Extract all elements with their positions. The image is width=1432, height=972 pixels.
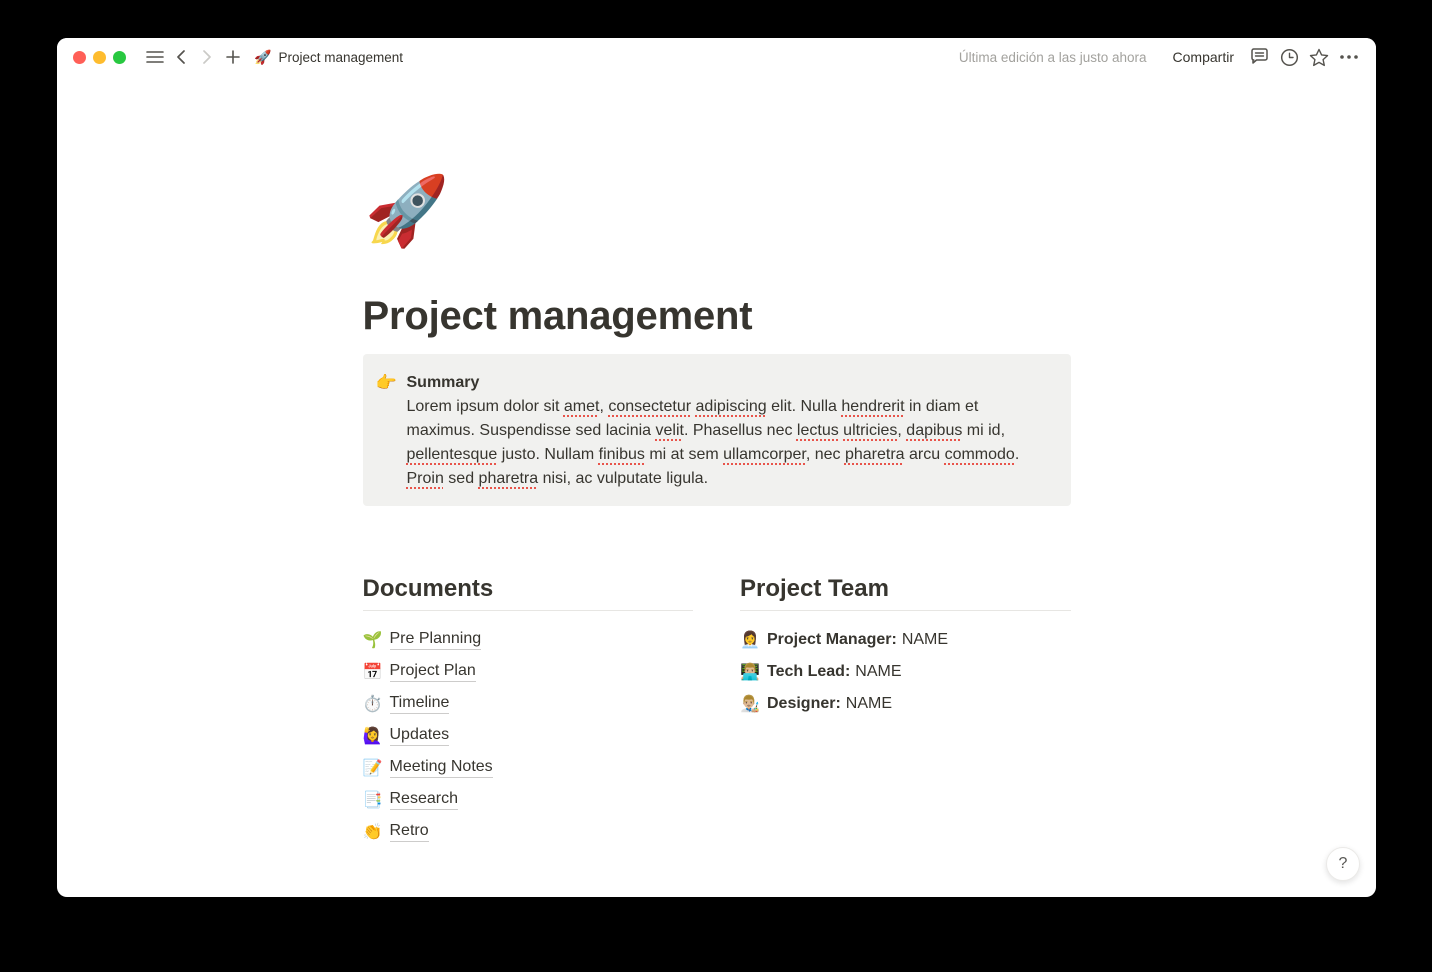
documents-list: 🌱 Pre Planning 📅 Project Plan ⏱️ Timelin… <box>363 624 694 848</box>
summary-text-segment: , <box>897 422 906 439</box>
team-member-role: Designer: <box>767 695 841 713</box>
misspelled-word: dapibus <box>906 422 962 439</box>
last-edited-status: Última edición a las justo ahora <box>959 50 1147 65</box>
misspelled-word: ultricies <box>843 422 897 439</box>
document-link[interactable]: 🌱 Pre Planning <box>363 624 694 656</box>
team-member-row: 👨🏼‍💻 Tech Lead: NAME <box>740 656 1071 688</box>
man-technologist-icon: 👨🏼‍💻 <box>740 662 762 682</box>
document-link[interactable]: ⏱️ Timeline <box>363 688 694 720</box>
document-link-label: Updates <box>390 726 450 746</box>
project-team-heading: Project Team <box>740 574 1071 611</box>
document-link[interactable]: 📅 Project Plan <box>363 656 694 688</box>
misspelled-word: commodo <box>945 446 1015 463</box>
back-button[interactable] <box>168 44 194 70</box>
misspelled-word: ullamcorper <box>723 446 806 463</box>
team-member-name: NAME <box>855 663 901 681</box>
team-member-role: Tech Lead: <box>767 663 850 681</box>
comments-icon[interactable] <box>1246 44 1272 70</box>
rocket-icon: 🚀 <box>254 49 271 66</box>
document-link-label: Meeting Notes <box>390 758 493 778</box>
misspelled-word: pharetra <box>479 470 539 487</box>
summary-text-segment: . Phasellus nec <box>684 422 797 439</box>
summary-text-segment: , nec <box>806 446 845 463</box>
tab-title: Project management <box>278 50 403 65</box>
project-team-column: Project Team 👩‍💼 Project Manager: NAME 👨… <box>740 574 1071 848</box>
more-options-icon[interactable] <box>1336 44 1362 70</box>
page-canvas: 🚀 Project management 👉 Summary Lorem ips… <box>57 76 1376 897</box>
misspelled-word: amet <box>564 398 600 415</box>
team-member-name: NAME <box>846 695 892 713</box>
misspelled-word: pharetra <box>845 446 905 463</box>
document-link[interactable]: 📑 Research <box>363 784 694 816</box>
summary-text-segment: nisi, ac vulputate ligula. <box>538 470 708 487</box>
document-link[interactable]: 🙋‍♀️ Updates <box>363 720 694 752</box>
man-artist-icon: 👨🏼‍🎨 <box>740 694 762 714</box>
misspelled-word: consectetur <box>608 398 691 415</box>
woman-office-worker-icon: 👩‍💼 <box>740 630 762 650</box>
document-link[interactable]: 👏 Retro <box>363 816 694 848</box>
history-clock-icon[interactable] <box>1276 44 1302 70</box>
seedling-icon: 🌱 <box>363 630 385 650</box>
summary-text-segment: Lorem ipsum dolor sit <box>407 398 564 415</box>
zoom-window-button[interactable] <box>113 51 126 64</box>
summary-text-segment: mi id, <box>962 422 1005 439</box>
new-tab-button[interactable] <box>220 44 246 70</box>
forward-button[interactable] <box>194 44 220 70</box>
document-link-label: Retro <box>390 822 429 842</box>
titlebar: 🚀 Project management Última edición a la… <box>57 38 1376 76</box>
team-member-row: 👨🏼‍🎨 Designer: NAME <box>740 688 1071 720</box>
page-title[interactable]: Project management <box>363 292 1071 340</box>
misspelled-word: Proin <box>407 470 444 487</box>
clapping-hands-icon: 👏 <box>363 822 385 842</box>
misspelled-word: adipiscing <box>696 398 767 415</box>
misspelled-word: lectus <box>797 422 839 439</box>
misspelled-word: pellentesque <box>407 446 498 463</box>
pointing-right-icon: 👉 <box>375 371 399 395</box>
close-window-button[interactable] <box>73 51 86 64</box>
app-window: 🚀 Project management Última edición a la… <box>57 38 1376 897</box>
woman-raising-hand-icon: 🙋‍♀️ <box>363 726 385 746</box>
team-member-role: Project Manager: <box>767 631 897 649</box>
help-button[interactable]: ? <box>1326 847 1360 881</box>
bookmark-tabs-icon: 📑 <box>363 790 385 810</box>
summary-text-segment: justo. Nullam <box>497 446 598 463</box>
page-rocket-icon[interactable]: 🚀 <box>365 172 1071 250</box>
document-link-label: Pre Planning <box>390 630 482 650</box>
team-member-name: NAME <box>902 631 948 649</box>
summary-text-segment: . <box>1015 446 1019 463</box>
memo-icon: 📝 <box>363 758 385 778</box>
documents-column: Documents 🌱 Pre Planning 📅 Project Plan … <box>363 574 694 848</box>
document-link-label: Timeline <box>390 694 450 714</box>
summary-text-segment: sed <box>444 470 479 487</box>
summary-text-segment: mi at sem <box>645 446 723 463</box>
misspelled-word: finibus <box>599 446 645 463</box>
stopwatch-icon: ⏱️ <box>363 694 385 714</box>
document-link-label: Project Plan <box>390 662 476 682</box>
calendar-icon: 📅 <box>363 662 385 682</box>
document-link-label: Research <box>390 790 458 810</box>
misspelled-word: velit <box>656 422 684 439</box>
summary-heading: Summary <box>407 371 1039 395</box>
minimize-window-button[interactable] <box>93 51 106 64</box>
summary-text-segment: arcu <box>905 446 945 463</box>
sidebar-menu-icon[interactable] <box>142 44 168 70</box>
document-link[interactable]: 📝 Meeting Notes <box>363 752 694 784</box>
summary-text-segment: elit. Nulla <box>767 398 842 415</box>
favorite-star-icon[interactable] <box>1306 44 1332 70</box>
breadcrumb-tab[interactable]: 🚀 Project management <box>254 49 403 66</box>
misspelled-word: hendrerit <box>841 398 904 415</box>
team-list: 👩‍💼 Project Manager: NAME 👨🏼‍💻 Tech Lead… <box>740 624 1071 720</box>
documents-heading: Documents <box>363 574 694 611</box>
team-member-row: 👩‍💼 Project Manager: NAME <box>740 624 1071 656</box>
window-controls <box>73 51 126 64</box>
summary-callout[interactable]: 👉 Summary Lorem ipsum dolor sit amet, co… <box>363 354 1071 506</box>
summary-text: Lorem ipsum dolor sit amet, consectetur … <box>407 395 1039 491</box>
share-button[interactable]: Compartir <box>1165 45 1242 69</box>
